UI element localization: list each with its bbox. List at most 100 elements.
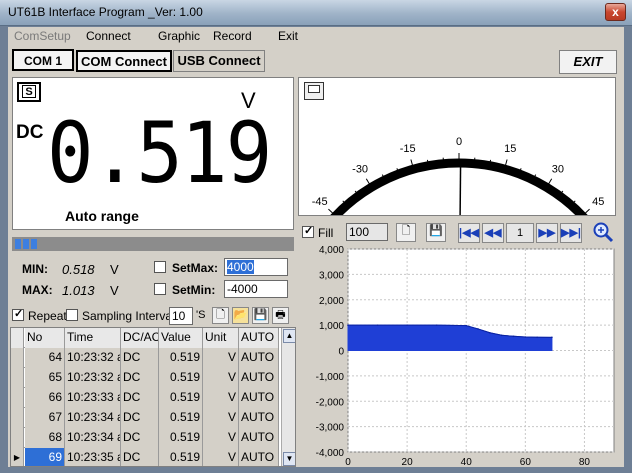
max-label: MAX:: [22, 283, 53, 297]
save-icon[interactable]: 💾: [252, 307, 269, 324]
setmax-checkbox[interactable]: [154, 261, 166, 273]
x-tick-label: 80: [579, 457, 591, 467]
value-chart: 4,000 3,000 2,000 1,000 0 -1,000 -2,000 -3,000 -…: [316, 245, 615, 467]
table-cell-time: 10:23:34 a: [65, 408, 121, 428]
table-cell-auto: AUTO: [239, 408, 279, 428]
logging-toolbar: Repeat Sampling Interval 10 'S 🗋 📂 💾 🖶: [8, 306, 298, 326]
data-point: [347, 324, 349, 326]
table-row[interactable]: 67 10:23:34 a DC 0.519 V AUTO: [11, 408, 279, 428]
minmax-panel: MIN: 0.518 V MAX: 1.013 V SetMax: 4000 S…: [12, 255, 294, 301]
table-cell-auto: AUTO: [239, 348, 279, 368]
y-tick-label: 3,000: [319, 270, 344, 281]
data-point: [524, 336, 527, 338]
min-unit: V: [110, 262, 119, 277]
fill-label: Fill: [318, 226, 334, 240]
open-folder-icon[interactable]: 📂: [232, 307, 249, 324]
print-icon[interactable]: 🖶: [272, 307, 289, 324]
min-value: 0.518: [62, 262, 95, 277]
prev-page-icon[interactable]: ◀◀: [482, 223, 504, 243]
table-cell-auto: AUTO: [239, 368, 279, 388]
row-marker: [11, 388, 24, 408]
table-cell-unit: V: [203, 348, 239, 368]
x-tick-label: 20: [402, 457, 414, 467]
table-row[interactable]: 64 10:23:32 a DC 0.519 V AUTO: [11, 348, 279, 368]
app-window: ComSetup Connect Graphic Record Exit COM…: [8, 27, 632, 467]
menu-record[interactable]: Record: [213, 29, 252, 43]
meter-icon: [304, 82, 324, 100]
zoom-icon[interactable]: [592, 221, 614, 243]
table-cell-unit: V: [203, 428, 239, 448]
y-tick-label: 2,000: [319, 296, 344, 307]
menu-exit[interactable]: Exit: [278, 29, 298, 43]
new-chart-icon[interactable]: 🗋: [396, 223, 416, 242]
sampling-interval-input[interactable]: 10: [169, 307, 193, 325]
meter-scale-label: -30: [352, 163, 368, 175]
table-row[interactable]: 65 10:23:32 a DC 0.519 V AUTO: [11, 368, 279, 388]
range-segment: [23, 239, 29, 249]
menu-graphic[interactable]: Graphic: [158, 29, 200, 43]
data-point: [465, 324, 468, 327]
table-row[interactable]: ▶ 69 10:23:35 a DC 0.519 V AUTO: [11, 448, 279, 466]
y-tick-label: -1,000: [316, 372, 345, 383]
table-cell-auto: AUTO: [239, 388, 279, 408]
table-cell-unit: V: [203, 368, 239, 388]
table-cell-dcac: DC: [121, 448, 159, 466]
table-cell-time: 10:23:32 a: [65, 348, 121, 368]
table-row[interactable]: 66 10:23:33 a DC 0.519 V AUTO: [11, 388, 279, 408]
lcd-display: S V DC 0.519 Auto range: [12, 77, 294, 230]
x-tick-label: 60: [520, 457, 532, 467]
setmax-input[interactable]: 4000: [224, 258, 288, 276]
new-file-icon[interactable]: 🗋: [212, 307, 229, 324]
last-page-icon[interactable]: ▶▶|: [560, 223, 582, 243]
table-cell-no: 66: [25, 388, 65, 408]
min-label: MIN:: [22, 262, 48, 276]
table-cell-value: 0.519: [159, 348, 203, 368]
menu-bar: ComSetup Connect Graphic Record Exit: [8, 27, 624, 45]
mode-label: DC: [16, 122, 44, 143]
meter-dial: -60-45-30-15015304560: [282, 136, 632, 294]
table-cell-no: 65: [25, 368, 65, 388]
sampling-checkbox[interactable]: [66, 309, 78, 321]
vertical-scrollbar[interactable]: ▲ ▼: [281, 328, 295, 466]
next-page-icon[interactable]: ▶▶: [536, 223, 558, 243]
points-count-input[interactable]: 100: [346, 223, 388, 241]
analog-meter: -60-45-30-15015304560: [282, 77, 632, 294]
col-time[interactable]: Time: [65, 328, 121, 348]
col-no[interactable]: No: [25, 328, 65, 348]
data-point: [435, 324, 438, 326]
data-point: [489, 331, 491, 334]
col-auto[interactable]: AUTO: [239, 328, 279, 348]
menu-comsetup[interactable]: ComSetup: [14, 29, 71, 43]
exit-button[interactable]: EXIT: [559, 50, 617, 74]
tab-usb-connect[interactable]: USB Connect: [173, 50, 265, 72]
col-unit[interactable]: Unit: [203, 328, 239, 348]
fill-checkbox[interactable]: [302, 224, 314, 238]
y-tick-label: 1,000: [319, 321, 344, 332]
row-marker: [11, 328, 24, 348]
x-tick-label: 40: [461, 457, 473, 467]
table-cell-value: 0.519: [159, 408, 203, 428]
tab-com-connect[interactable]: COM Connect: [76, 50, 172, 72]
tab-com1[interactable]: COM 1: [12, 49, 74, 71]
meter-scale-label: 0: [456, 136, 462, 148]
table-cell-time: 10:23:35 a: [65, 448, 121, 466]
menu-connect[interactable]: Connect: [86, 29, 131, 43]
close-button[interactable]: x: [605, 3, 626, 21]
y-tick-label: 0: [338, 347, 344, 358]
table-cell-no: 64: [25, 348, 65, 368]
sampling-label: Sampling Interval: [82, 309, 175, 323]
title-bar: UT61B Interface Program _Ver: 1.00 x: [0, 0, 632, 26]
scroll-up-icon[interactable]: ▲: [283, 329, 295, 343]
setmin-checkbox[interactable]: [154, 283, 166, 295]
table-row[interactable]: 68 10:23:34 a DC 0.519 V AUTO: [11, 428, 279, 448]
scroll-down-icon[interactable]: ▼: [283, 452, 295, 466]
data-point: [477, 328, 479, 330]
col-dcac[interactable]: DC/AC: [121, 328, 159, 348]
repeat-label: Repeat: [28, 309, 67, 323]
repeat-checkbox[interactable]: [12, 307, 24, 321]
col-value[interactable]: Value: [159, 328, 203, 348]
setmin-input[interactable]: -4000: [224, 280, 288, 298]
readings-table: No Time DC/AC Value Unit AUTO 64 10:23:32…: [10, 327, 296, 467]
save-chart-icon[interactable]: 💾: [426, 223, 446, 242]
first-page-icon[interactable]: |◀◀: [458, 223, 480, 243]
